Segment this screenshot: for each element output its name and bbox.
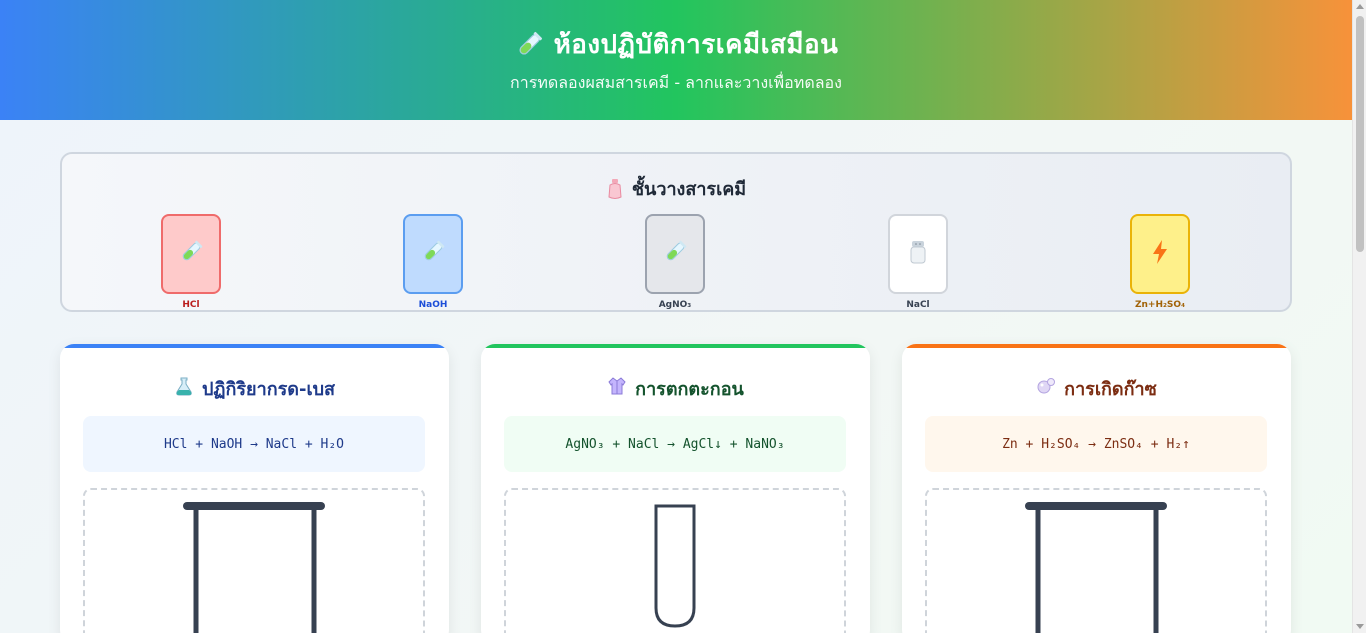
bottle-icon [608,178,622,199]
test-tube-icon [519,31,542,55]
page-title-row: ห้องปฏิบัติการเคมีเสมือน [0,24,1352,65]
lab-coat-icon [607,376,627,401]
chemical-label: NaCl [906,300,930,310]
chemical-bottle-3[interactable] [888,214,948,294]
scroll-up-arrow-icon[interactable] [1356,4,1364,9]
scrollbar-thumb[interactable] [1356,16,1364,252]
alembic-icon [174,376,194,401]
test-tube-icon [420,239,446,269]
experiment-card-1: การตกตะกอน AgNO₃ + NaCl → AgCl↓ + NaNO₃ [481,344,870,633]
page-subtitle: การทดลองผสมสารเคมี - ลากและวางเพื่อทดลอง [510,73,842,92]
vertical-scrollbar[interactable] [1352,0,1366,633]
drop-zone[interactable] [504,488,846,633]
chemical-bottle-1[interactable] [403,214,463,294]
drop-zone[interactable] [925,488,1267,633]
page-title: ห้องปฏิบัติการเคมีเสมือน [553,30,839,60]
card-title-row: การเกิดก๊าซ [902,374,1291,403]
experiment-card-2: การเกิดก๊าซ Zn + H₂SO₄ → ZnSO₄ + H₂↑ [902,344,1291,633]
chemical-bottle-0[interactable] [161,214,221,294]
chemical-label: NaOH [418,300,448,310]
card-accent-bar [481,344,870,348]
card-accent-bar [60,344,449,348]
card-title: การตกตะกอน [635,379,744,400]
card-title: ปฏิกิริยากรด-เบส [201,379,336,400]
card-accent-bar [902,344,1291,348]
card-title-row: การตกตะกอน [481,374,870,403]
bubbles-icon [1036,376,1056,401]
drop-zone[interactable] [83,488,425,633]
chemical-label: Zn+H₂SO₄ [1134,300,1186,310]
reaction-equation: HCl + NaOH → NaCl + H₂O [83,416,425,472]
card-title-row: ปฏิกิริยากรด-เบส [60,374,449,403]
chemical-bottle-4[interactable] [1130,214,1190,294]
salt-shaker-icon [909,240,927,268]
chemical-label: AgNO₃ [658,300,692,310]
chemical-shelf: ชั้นวางสารเคมี HCl NaOH AgNO₃ NaCl Zn+H₂SO₄ [60,152,1292,312]
shelf-title-row: ชั้นวางสารเคมี [62,174,1290,203]
chemical-bottle-2[interactable] [645,214,705,294]
chemical-label: HCl [182,300,200,310]
scroll-down-arrow-icon[interactable] [1356,624,1364,629]
test-tube-icon [178,239,204,269]
lightning-icon [1151,239,1169,269]
reaction-equation: AgNO₃ + NaCl → AgCl↓ + NaNO₃ [504,416,846,472]
test-tube-icon [662,239,688,269]
card-title: การเกิดก๊าซ [1064,379,1157,400]
experiment-card-0: ปฏิกิริยากรด-เบส HCl + NaOH → NaCl + H₂O [60,344,449,633]
shelf-title: ชั้นวางสารเคมี [631,179,747,200]
app-header: ห้องปฏิบัติการเคมีเสมือน การทดลองผสมสารเ… [0,0,1352,120]
reaction-equation: Zn + H₂SO₄ → ZnSO₄ + H₂↑ [925,416,1267,472]
